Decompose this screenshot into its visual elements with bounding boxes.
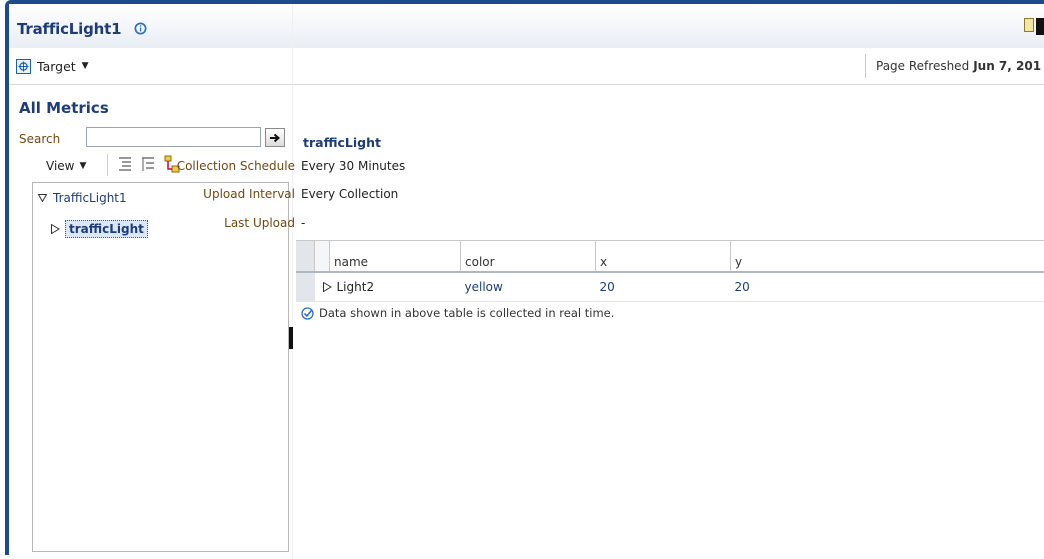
splitter-line <box>292 4 293 559</box>
metrics-tree: TrafficLight1 trafficLight <box>32 182 289 552</box>
panel-splitter-handle[interactable] <box>289 327 293 349</box>
property-row: Upload Interval Every Collection <box>167 187 398 201</box>
expand-all-icon[interactable] <box>117 155 133 173</box>
property-row: Last Upload - <box>167 216 305 230</box>
column-header-name[interactable]: name <box>330 241 461 273</box>
refresh-status: Page Refreshed Jun 7, 201 <box>865 54 1044 78</box>
column-header-color[interactable]: color <box>461 241 596 273</box>
metric-data-table: name color x y Light2 yellow 20 <box>296 240 1044 302</box>
target-menu[interactable]: Target ▼ <box>16 57 89 75</box>
search-label: Search <box>19 132 60 146</box>
table-header-row: name color x y <box>296 241 1044 273</box>
tree-root-label: TrafficLight1 <box>53 191 127 205</box>
target-icon <box>16 59 31 74</box>
info-icon[interactable] <box>134 22 147 35</box>
notes-icon[interactable] <box>1024 18 1034 32</box>
caret-down-icon: ▼ <box>82 61 89 71</box>
table-row[interactable]: Light2 yellow 20 20 <box>296 272 1044 302</box>
app-frame: TrafficLight1 Target ▼ Page Refreshed Ju… <box>5 0 1044 555</box>
search-input[interactable] <box>86 127 261 147</box>
tree-child-item[interactable]: trafficLight <box>51 220 148 238</box>
footnote-text: Data shown in above table is collected i… <box>319 306 614 320</box>
expand-header <box>315 241 330 273</box>
row-selector[interactable] <box>296 272 315 302</box>
property-value: - <box>301 216 305 230</box>
page-title: TrafficLight1 <box>17 20 121 38</box>
y-cell: 20 <box>731 272 1044 302</box>
property-label: Last Upload <box>167 216 295 230</box>
property-row: Collection Schedule Every 30 Minutes <box>167 159 405 173</box>
property-value: Every Collection <box>301 187 398 201</box>
triangle-right-icon[interactable] <box>323 282 332 292</box>
check-circle-icon <box>301 307 314 320</box>
tree-child-label: trafficLight <box>65 220 148 238</box>
view-menu[interactable]: View ▼ <box>46 159 86 173</box>
view-menu-label: View <box>46 159 74 173</box>
property-value: Every 30 Minutes <box>301 159 405 173</box>
metric-title: trafficLight <box>303 135 381 150</box>
row-selector-header <box>296 241 315 273</box>
collapse-all-icon[interactable] <box>140 155 156 173</box>
row-name-value: Light2 <box>337 280 375 294</box>
tree-root-item[interactable]: TrafficLight1 <box>38 191 127 205</box>
caret-down-icon: ▼ <box>79 161 86 171</box>
search-go-button[interactable] <box>265 128 285 147</box>
property-label: Collection Schedule <box>167 159 295 173</box>
arrow-right-icon <box>269 133 281 143</box>
name-cell-content: Light2 <box>323 280 457 294</box>
scroll-edge <box>1036 18 1044 35</box>
header-divider <box>9 84 1044 85</box>
column-header-x[interactable]: x <box>596 241 731 273</box>
toolbar-divider <box>107 154 108 176</box>
triangle-right-icon[interactable] <box>51 224 60 234</box>
footnote: Data shown in above table is collected i… <box>301 306 614 320</box>
section-title: All Metrics <box>19 99 109 117</box>
triangle-down-icon[interactable] <box>38 194 47 202</box>
color-cell: yellow <box>461 272 596 302</box>
target-menu-label: Target <box>37 59 76 74</box>
name-cell: Light2 <box>315 272 461 302</box>
x-cell: 20 <box>596 272 731 302</box>
column-header-y[interactable]: y <box>731 241 1044 273</box>
refresh-date: Jun 7, 201 <box>973 59 1041 73</box>
property-label: Upload Interval <box>167 187 295 201</box>
header-band <box>9 4 1044 48</box>
refresh-label: Page Refreshed <box>876 59 969 73</box>
